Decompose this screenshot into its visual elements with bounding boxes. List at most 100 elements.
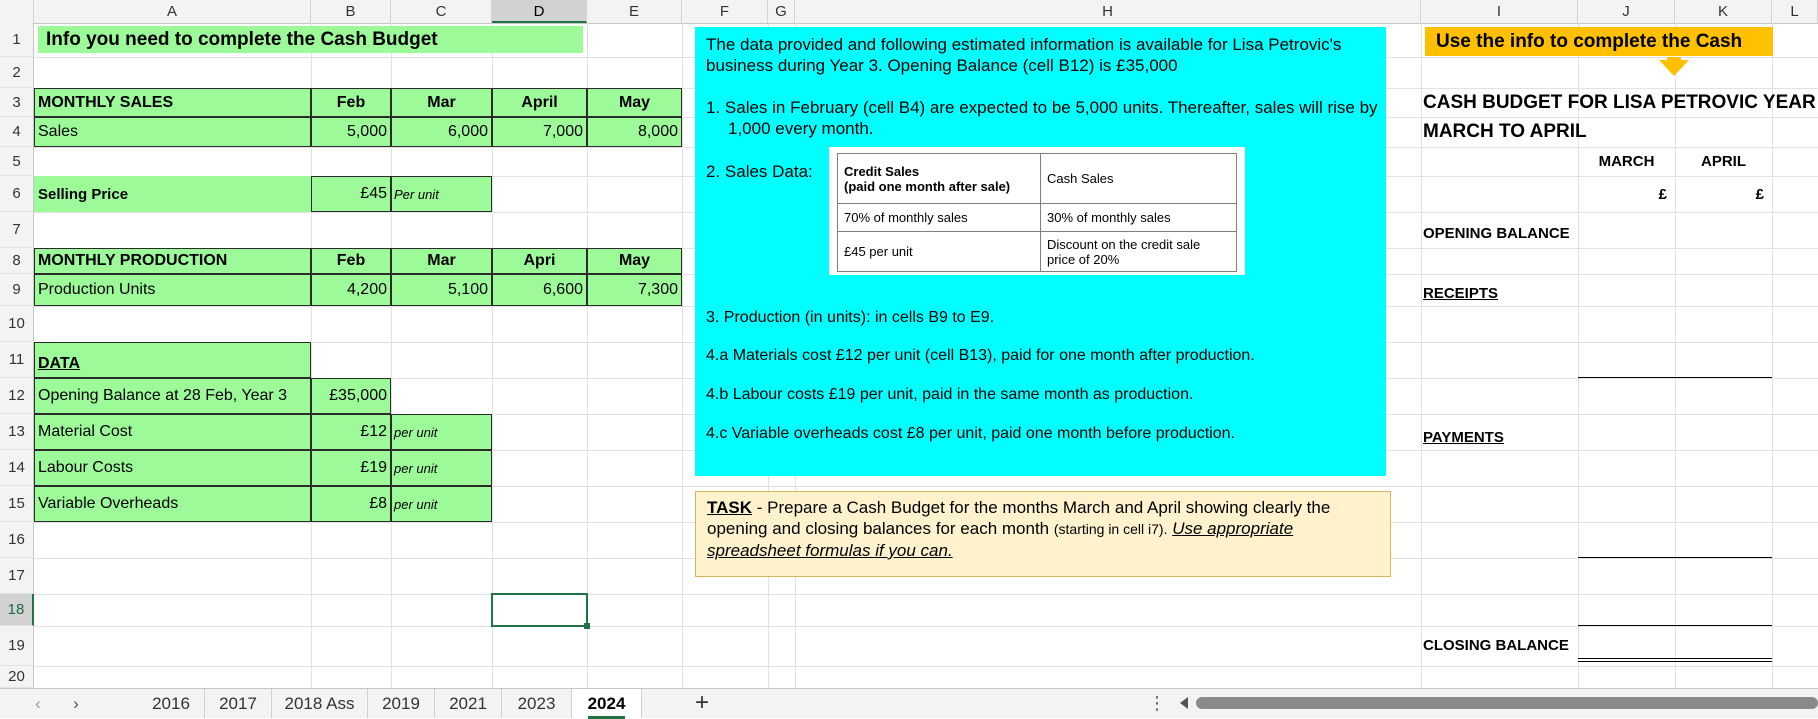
row-header[interactable]: 15 [0, 486, 34, 522]
task-cell-hint: (starting in cell i7). [1053, 521, 1168, 537]
col-header-h[interactable]: H [795, 0, 1421, 23]
row-header[interactable]: 17 [0, 558, 34, 594]
budget-col-march: MARCH [1598, 153, 1655, 170]
row-header[interactable]: 7 [0, 212, 34, 248]
production-month-header: Apri [492, 248, 587, 274]
budget-col-april: APRIL [1701, 153, 1746, 170]
info-point-4a: 4.a Materials cost £12 per unit (cell B1… [706, 347, 1255, 364]
row-header[interactable]: 20 [0, 666, 34, 688]
row-header[interactable]: 14 [0, 450, 34, 486]
sales-value-cell[interactable]: 8,000 [587, 117, 682, 147]
col-header-b[interactable]: B [311, 0, 391, 23]
monthly-production-label: MONTHLY PRODUCTION [34, 248, 311, 274]
horizontal-scrollbar[interactable] [1196, 697, 1818, 709]
sales-table-cell: 70% of monthly sales [837, 203, 1041, 232]
col-header-d[interactable]: D [492, 0, 587, 23]
col-header-a[interactable]: A [34, 0, 311, 23]
column-header-bar: A B C D E F G H I J K L [0, 0, 1818, 24]
sales-value-cell[interactable]: 6,000 [391, 117, 492, 147]
sheet-tab[interactable]: 2021 [435, 689, 502, 718]
col-header-f[interactable]: F [682, 0, 768, 23]
info-title: Info you need to complete the Cash Budge… [38, 26, 583, 53]
task-label: TASK [707, 498, 753, 517]
production-row-label: Production Units [34, 274, 311, 306]
receipts-row-label: RECEIPTS [1423, 284, 1499, 302]
variable-overheads-label: Variable Overheads [34, 486, 311, 522]
subtotal-line [1578, 557, 1772, 558]
sheet-tab[interactable]: 2017 [205, 689, 272, 718]
opening-balance-value[interactable]: £35,000 [311, 378, 391, 414]
info-box: The data provided and following estimate… [695, 27, 1386, 476]
variable-overheads-value[interactable]: £8 [311, 486, 391, 522]
active-tab-label: 2024 [587, 694, 626, 719]
col-header-j[interactable]: J [1578, 0, 1675, 23]
row-header[interactable]: 11 [0, 342, 34, 378]
labour-cost-label: Labour Costs [34, 450, 311, 486]
row-header[interactable]: 19 [0, 626, 34, 666]
row-header[interactable]: 3 [0, 88, 34, 117]
col-header-g[interactable]: G [768, 0, 795, 23]
double-underline [1578, 658, 1772, 659]
monthly-sales-label: MONTHLY SALES [34, 88, 311, 117]
col-header-l[interactable]: L [1772, 0, 1818, 23]
row-header[interactable]: 13 [0, 414, 34, 450]
selected-cell[interactable] [491, 593, 588, 627]
sheet-tab[interactable]: 2023 [502, 689, 572, 718]
row-header[interactable]: 8 [0, 248, 34, 274]
row-header[interactable]: 1 [0, 23, 34, 57]
sheet-tab[interactable]: 2016 [138, 689, 205, 718]
double-underline [1578, 661, 1772, 662]
info-point-1: 1. Sales in February (cell B4) are expec… [706, 98, 1378, 138]
select-all-corner[interactable] [0, 0, 34, 23]
material-cost-value[interactable]: £12 [311, 414, 391, 450]
fill-handle[interactable] [584, 623, 590, 629]
row-header[interactable]: 16 [0, 522, 34, 558]
production-value-cell[interactable]: 6,600 [492, 274, 587, 306]
row-header[interactable]: 10 [0, 306, 34, 342]
sheet-tab-bar: ‹ › 2016 2017 2018 Ass 2019 2021 2023 20… [0, 688, 1818, 719]
budget-subtitle: MARCH TO APRIL [1423, 121, 1587, 142]
closing-balance-row-label: CLOSING BALANCE [1423, 636, 1569, 654]
sheet-tab[interactable]: 2019 [368, 689, 435, 718]
add-sheet-icon[interactable]: + [690, 691, 714, 715]
scroll-tabs-left-icon[interactable]: ‹ [28, 694, 48, 714]
scroll-left-icon[interactable] [1180, 697, 1188, 709]
sheet-tab-active[interactable]: 2024 [572, 689, 642, 719]
sales-table-cell: Discount on the credit sale price of 20% [1040, 231, 1237, 272]
info-point-2: 2. Sales Data: [706, 162, 813, 181]
more-options-icon[interactable]: ⋮ [1148, 693, 1166, 713]
col-header-e[interactable]: E [587, 0, 682, 23]
row-header[interactable]: 12 [0, 378, 34, 414]
sales-data-table: Credit Sales (paid one month after sale)… [837, 153, 1237, 272]
data-section-label: DATA [34, 342, 311, 378]
col-header-k[interactable]: K [1675, 0, 1772, 23]
row-header[interactable]: 5 [0, 147, 34, 176]
task-box: TASK - Prepare a Cash Budget for the mon… [695, 491, 1391, 577]
col-header-c[interactable]: C [391, 0, 492, 23]
sales-month-header: May [587, 88, 682, 117]
col-header-i[interactable]: I [1421, 0, 1578, 23]
row-header[interactable]: 6 [0, 176, 34, 212]
labour-cost-value[interactable]: £19 [311, 450, 391, 486]
subtotal-line [1578, 625, 1772, 626]
production-value-cell[interactable]: 4,200 [311, 274, 391, 306]
sales-table-cell: £45 per unit [837, 231, 1041, 272]
sales-table-header-cash: Cash Sales [1040, 153, 1237, 204]
info-intro: The data provided and following estimate… [706, 35, 1342, 75]
selling-price-value[interactable]: £45 [311, 176, 391, 212]
sales-month-header: Mar [391, 88, 492, 117]
sales-value-cell[interactable]: 7,000 [492, 117, 587, 147]
scroll-tabs-right-icon[interactable]: › [66, 694, 86, 714]
production-value-cell[interactable]: 5,100 [391, 274, 492, 306]
row-header[interactable]: 9 [0, 274, 34, 306]
production-value-cell[interactable]: 7,300 [587, 274, 682, 306]
row-header[interactable]: 2 [0, 57, 34, 88]
sheet-tab[interactable]: 2018 Ass [272, 689, 368, 718]
info-point-4b: 4.b Labour costs £19 per unit, paid in t… [706, 386, 1194, 403]
sales-month-header: April [492, 88, 587, 117]
budget-currency-march: £ [1658, 185, 1667, 203]
production-month-header: Feb [311, 248, 391, 274]
row-header[interactable]: 18 [0, 594, 34, 626]
sales-value-cell[interactable]: 5,000 [311, 117, 391, 147]
row-header[interactable]: 4 [0, 117, 34, 147]
